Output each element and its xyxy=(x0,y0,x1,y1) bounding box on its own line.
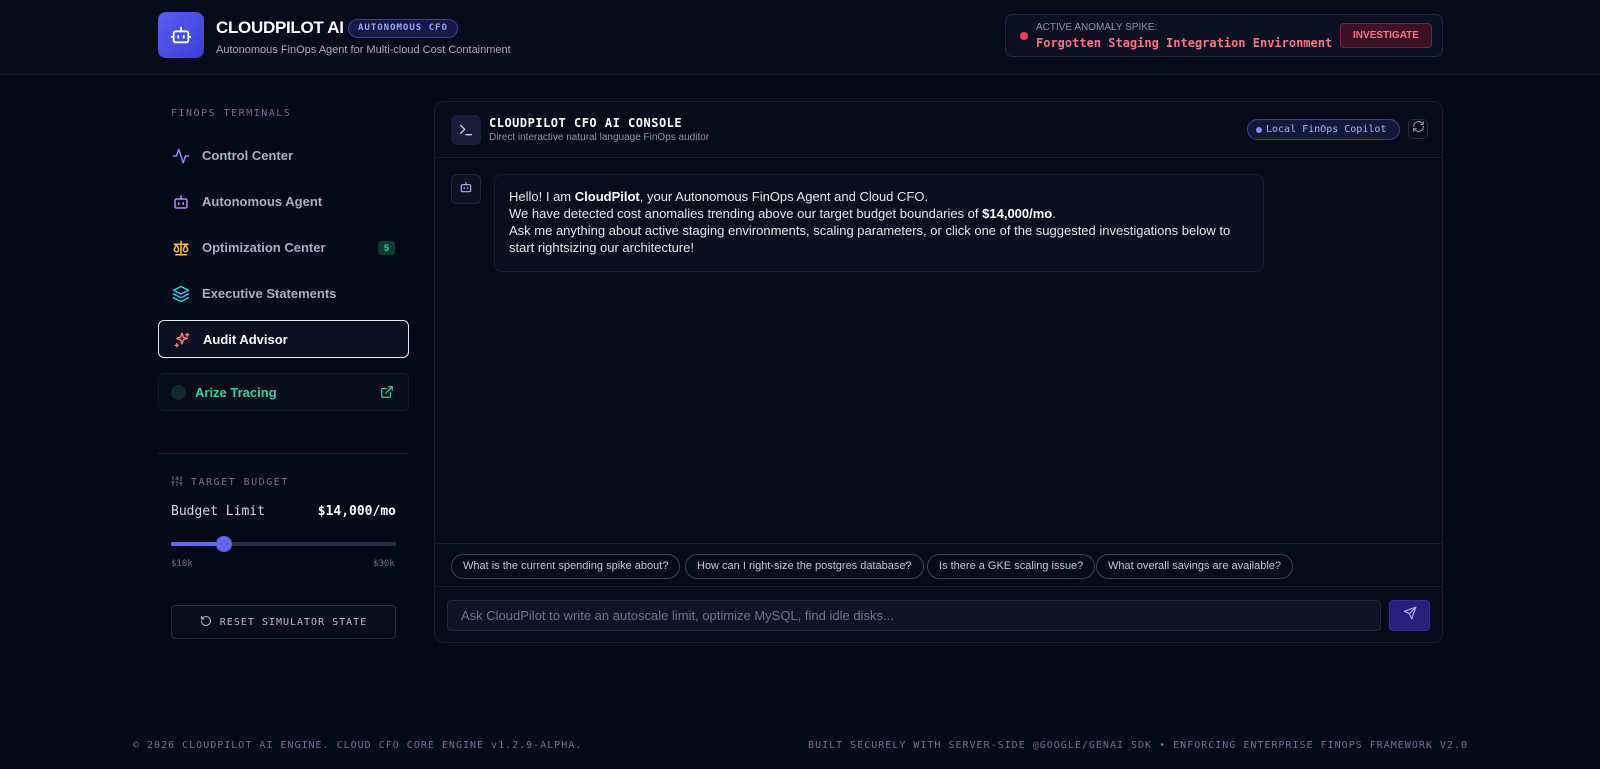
ai-console-panel: CLOUDPILOT CFO AI CONSOLE Direct interac… xyxy=(434,101,1443,643)
refresh-icon xyxy=(1412,120,1425,138)
sidebar-item-autonomous-agent[interactable]: Autonomous Agent xyxy=(158,183,409,221)
app-header: CLOUDPILOT AI AUTONOMOUS CFO Autonomous … xyxy=(0,0,1600,75)
app-badge: AUTONOMOUS CFO xyxy=(348,19,458,38)
budget-slider-thumb[interactable] xyxy=(216,536,232,552)
reset-simulator-button[interactable]: RESET SIMULATOR STATE xyxy=(171,605,396,639)
bot-avatar xyxy=(451,174,481,204)
message-line: Ask me anything about active staging env… xyxy=(509,223,1231,255)
sidebar-item-audit-advisor[interactable]: Audit Advisor xyxy=(158,320,409,358)
arize-status-dot xyxy=(171,385,186,400)
investigate-button[interactable]: INVESTIGATE xyxy=(1340,23,1432,48)
send-button[interactable] xyxy=(1389,600,1430,631)
budget-slider-max: $30k xyxy=(373,559,395,569)
footer-copyright: © 2026 CLOUDPILOT AI ENGINE. CLOUD CFO C… xyxy=(133,740,583,751)
arize-tracing-link[interactable]: Arize Tracing xyxy=(158,373,409,411)
robot-icon xyxy=(172,193,190,211)
sidebar-item-label: Executive Statements xyxy=(202,286,337,301)
message-bold: $14,000/mo xyxy=(982,206,1053,221)
target-budget-heading: TARGET BUDGET xyxy=(171,475,289,490)
sidebar-item-optimization-center[interactable]: Optimization Center 5 xyxy=(158,229,409,267)
target-budget-heading-text: TARGET BUDGET xyxy=(191,477,289,488)
suggestion-chip[interactable]: How can I right-size the postgres databa… xyxy=(685,554,924,579)
suggestions-bar: What is the current spending spike about… xyxy=(435,543,1442,587)
chat-input[interactable] xyxy=(447,600,1381,631)
sliders-icon xyxy=(171,475,183,490)
suggestion-chip[interactable]: Is there a GKE scaling issue? xyxy=(927,554,1096,579)
budget-slider-min: $10k xyxy=(171,559,193,569)
alert-text: Forgotten Staging Integration Environmen… xyxy=(1036,36,1333,50)
send-icon xyxy=(1403,606,1417,625)
message-line: We have detected cost anomalies trending… xyxy=(509,205,1249,222)
robot-logo-icon xyxy=(158,12,204,58)
message-text: We have detected cost anomalies trending… xyxy=(509,206,983,221)
budget-limit-label: Budget Limit xyxy=(171,504,265,519)
sidebar-item-label: Control Center xyxy=(202,148,293,163)
app-title: CLOUDPILOT AI xyxy=(216,18,344,37)
layers-icon xyxy=(172,285,190,303)
sidebar-item-label: Autonomous Agent xyxy=(202,194,323,209)
arize-tracing-label: Arize Tracing xyxy=(195,385,277,400)
console-header: CLOUDPILOT CFO AI CONSOLE Direct interac… xyxy=(435,102,1442,158)
suggestion-chip[interactable]: What overall savings are available? xyxy=(1096,554,1294,579)
sparkle-icon xyxy=(173,331,191,349)
optimization-count-badge: 5 xyxy=(377,241,395,255)
robot-icon xyxy=(459,180,473,199)
sidebar-item-executive-statements[interactable]: Executive Statements xyxy=(158,275,409,313)
message-text: , your Autonomous FinOps Agent and Cloud… xyxy=(639,189,929,204)
external-link-icon xyxy=(380,385,394,404)
message-bold: CloudPilot xyxy=(574,189,640,204)
activity-icon xyxy=(172,147,190,165)
suggestion-chip[interactable]: What is the current spending spike about… xyxy=(451,554,681,579)
reset-simulator-label: RESET SIMULATOR STATE xyxy=(219,616,368,628)
assistant-message: Hello! I am CloudPilot, your Autonomous … xyxy=(494,174,1264,272)
sidebar-item-control-center[interactable]: Control Center xyxy=(158,137,409,175)
scale-icon xyxy=(172,239,190,257)
budget-slider[interactable] xyxy=(171,536,396,552)
copilot-mode-badge: Local FinOps Copilot xyxy=(1247,119,1400,140)
footer-credits: BUILT SECURELY WITH SERVER-SIDE @GOOGLE/… xyxy=(808,740,1468,751)
console-subtitle: Direct interactive natural language FinO… xyxy=(489,132,710,143)
console-title: CLOUDPILOT CFO AI CONSOLE xyxy=(489,116,683,130)
alert-dot-icon xyxy=(1020,32,1028,40)
sidebar-item-label: Optimization Center xyxy=(202,240,326,255)
sidebar-item-label: Audit Advisor xyxy=(203,332,288,347)
budget-limit-value: $14,000/mo xyxy=(317,504,396,519)
anomaly-alert: ACTIVE ANOMALY SPIKE: Forgotten Staging … xyxy=(1005,14,1443,57)
sidebar-heading: FINOPS TERMINALS xyxy=(171,108,292,119)
terminal-icon xyxy=(451,115,481,145)
refresh-button[interactable] xyxy=(1408,119,1428,139)
reset-icon xyxy=(200,615,212,630)
message-line: Hello! I am CloudPilot, your Autonomous … xyxy=(509,188,1249,205)
alert-label: ACTIVE ANOMALY SPIKE: xyxy=(1036,22,1158,33)
app-subtitle: Autonomous FinOps Agent for Multi-cloud … xyxy=(216,44,511,56)
sidebar-divider xyxy=(158,453,409,454)
message-text: . xyxy=(1052,206,1056,221)
message-text: Hello! I am xyxy=(509,189,575,204)
